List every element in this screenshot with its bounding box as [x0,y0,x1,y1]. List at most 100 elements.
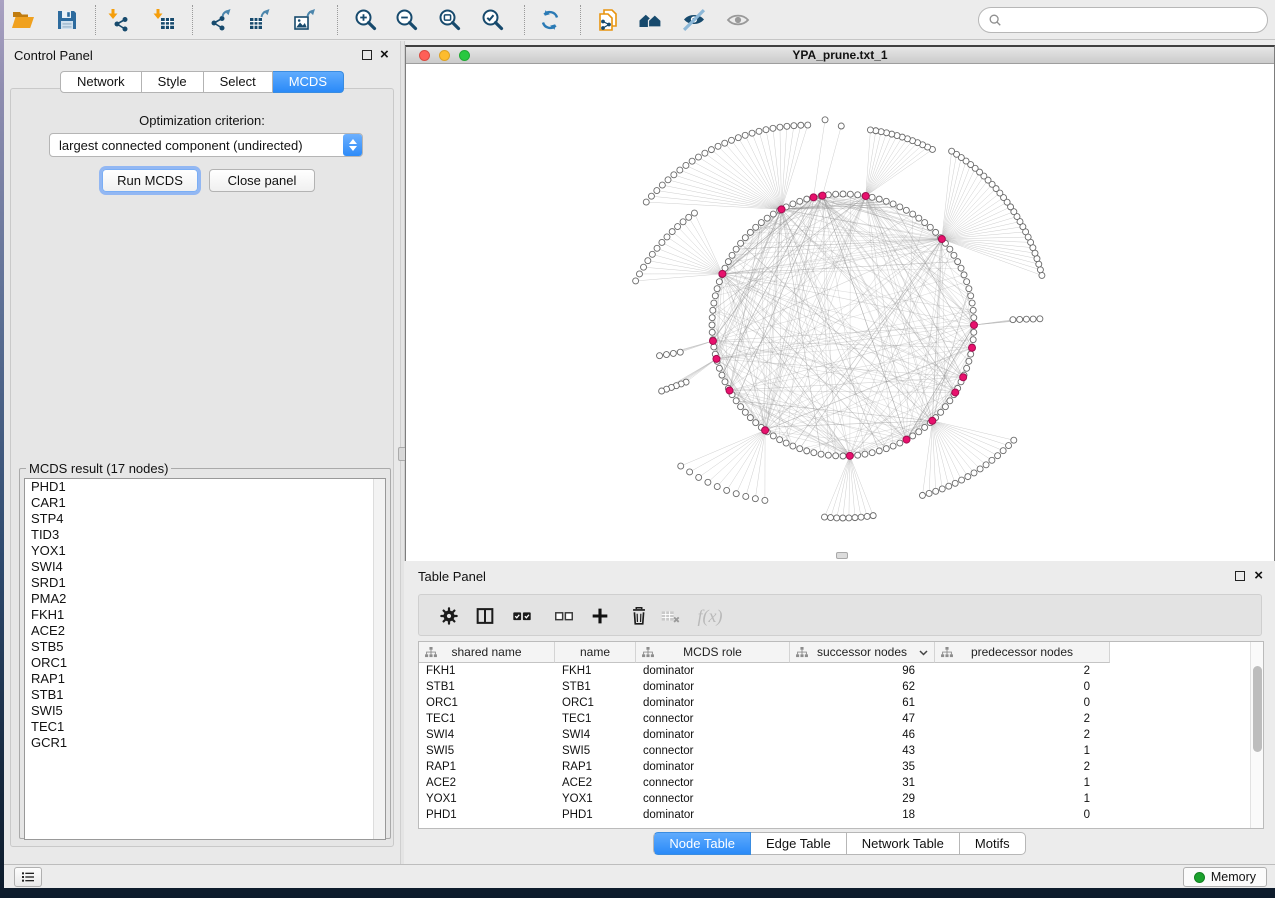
column-header-mcds-role[interactable]: MCDS role [636,642,790,663]
network-node[interactable] [726,387,733,394]
network-node[interactable] [870,513,876,519]
network-node[interactable] [1017,316,1023,322]
network-node[interactable] [833,191,839,197]
network-node[interactable] [970,337,976,343]
function-builder-button[interactable]: f(x) [695,601,725,631]
open-file-button[interactable] [7,4,39,36]
network-node[interactable] [890,443,896,449]
network-node[interactable] [753,224,759,230]
network-node[interactable] [708,147,714,153]
network-node[interactable] [855,192,861,198]
network-node[interactable] [876,196,882,202]
network-node[interactable] [966,286,972,292]
network-node[interactable] [964,279,970,285]
network-node[interactable] [738,240,744,246]
network-node[interactable] [762,427,769,434]
network-node[interactable] [903,207,909,213]
network-node[interactable] [648,193,654,199]
network-node[interactable] [742,409,748,415]
network-node[interactable] [818,451,824,457]
network-node[interactable] [822,514,828,520]
export-image-button[interactable] [289,4,321,36]
show-all-button[interactable] [722,4,754,36]
network-node[interactable] [903,436,910,443]
network-node[interactable] [968,293,974,299]
network-node[interactable] [777,124,783,130]
network-node[interactable] [1010,317,1016,323]
network-node[interactable] [897,204,903,210]
zoom-fit-button[interactable] [434,4,466,36]
network-node[interactable] [636,271,642,277]
network-node[interactable] [716,365,722,371]
network-node[interactable] [762,497,768,503]
network-node[interactable] [822,117,828,123]
network-node[interactable] [670,350,676,356]
show-columns-button[interactable] [470,601,500,631]
network-node[interactable] [709,337,716,344]
network-node[interactable] [910,433,916,439]
network-node[interactable] [939,486,945,492]
tab-motifs[interactable]: Motifs [960,832,1026,855]
network-node[interactable] [969,300,975,306]
tab-mcds[interactable]: MCDS [273,71,344,93]
network-node[interactable] [724,487,730,493]
home-networks-button[interactable] [634,4,666,36]
network-node[interactable] [659,388,665,394]
network-node[interactable] [696,474,702,480]
network-node[interactable] [747,415,753,421]
list-item[interactable]: YOX1 [25,543,385,559]
network-node[interactable] [753,420,759,426]
import-network-button[interactable] [103,4,135,36]
list-item[interactable]: TEC1 [25,719,385,735]
network-node[interactable] [1006,443,1012,449]
list-item[interactable]: SWI5 [25,703,385,719]
list-item[interactable]: TID3 [25,527,385,543]
tab-style[interactable]: Style [142,71,204,93]
zoom-out-button[interactable] [391,4,423,36]
network-node[interactable] [649,251,655,257]
network-node[interactable] [876,448,882,454]
zoom-in-button[interactable] [350,4,382,36]
search-input[interactable] [1007,13,1267,28]
network-node[interactable] [916,215,922,221]
network-node[interactable] [883,446,889,452]
table-row[interactable]: ORC1ORC1dominator610 [419,695,1263,711]
network-node[interactable] [712,293,718,299]
network-node[interactable] [864,513,870,519]
network-node[interactable] [961,272,967,278]
network-node[interactable] [798,122,804,128]
network-node[interactable] [645,258,651,264]
network-node[interactable] [749,130,755,136]
network-graph[interactable] [406,65,1274,561]
network-node[interactable] [960,374,967,381]
network-node[interactable] [897,440,903,446]
network-node[interactable] [840,191,846,197]
network-node[interactable] [790,201,796,207]
close-panel-icon[interactable]: × [380,46,389,64]
network-node[interactable] [715,143,721,149]
export-table-button[interactable] [244,4,276,36]
deselect-all-button[interactable] [549,601,579,631]
network-node[interactable] [695,154,701,160]
network-node[interactable] [790,443,796,449]
network-node[interactable] [747,229,753,235]
network-node[interactable] [714,484,720,490]
network-node[interactable] [916,429,922,435]
network-node[interactable] [968,351,974,357]
network-node[interactable] [883,198,889,204]
network-node[interactable] [756,128,762,134]
table-row[interactable]: PHD1PHD1dominator180 [419,807,1263,823]
network-node[interactable] [687,469,693,475]
network-node[interactable] [958,265,964,271]
network-node[interactable] [811,450,817,456]
network-node[interactable] [852,515,858,521]
network-node[interactable] [938,409,944,415]
network-node[interactable] [1037,267,1043,273]
table-row[interactable]: STB1STB1dominator620 [419,679,1263,695]
hide-selected-button[interactable] [678,4,710,36]
network-node[interactable] [770,125,776,131]
network-node[interactable] [971,329,977,335]
table-row[interactable]: RAP1RAP1dominator352 [419,759,1263,775]
tab-network-table[interactable]: Network Table [847,832,960,855]
network-node[interactable] [709,329,715,335]
